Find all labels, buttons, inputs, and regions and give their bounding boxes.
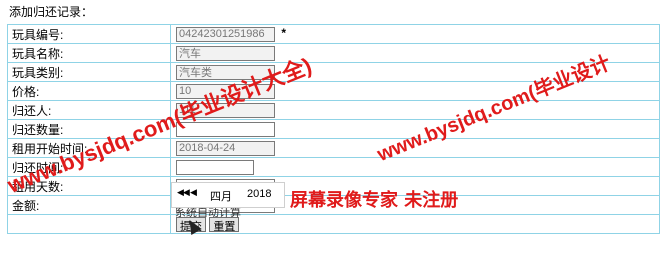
toy-category-label: 玩具类别: — [7, 62, 171, 82]
returner-label: 归还人: — [7, 100, 171, 120]
return-quantity-field[interactable] — [176, 121, 275, 137]
amount-label: 金额: — [7, 195, 171, 215]
toy-name-field[interactable] — [176, 45, 275, 61]
date-picker-popup: ◀◀ ◀ 四月 2018 — [171, 182, 285, 208]
form-row-price: 价格: — [7, 81, 660, 101]
form-row-toy-id: 玩具编号: * — [7, 24, 660, 44]
toy-category-field[interactable] — [176, 64, 275, 80]
returner-field[interactable] — [176, 102, 275, 118]
rent-days-label: 租用天数: — [7, 176, 171, 196]
prev-month-icon[interactable]: ◀ — [190, 187, 197, 198]
toy-id-label: 玩具编号: — [7, 24, 171, 44]
form-row-returner: 归还人: — [7, 100, 660, 120]
price-field[interactable] — [176, 83, 275, 99]
prev-year-icon[interactable]: ◀◀ — [177, 187, 190, 198]
form-row-rent-start: 租用开始时间: — [7, 138, 660, 158]
form-row-toy-name: 玩具名称: — [7, 43, 660, 63]
return-quantity-label: 归还数量: — [7, 119, 171, 139]
form-row-actions: 提交 重置 — [7, 214, 660, 234]
form-row-rent-days: 租用天数: — [7, 176, 660, 196]
date-picker-year[interactable]: 2018 — [247, 188, 271, 200]
price-label: 价格: — [7, 81, 171, 101]
return-record-form: 玩具编号: * 玩具名称: 玩具类别: 价格: 归还人: 归还数量: — [7, 24, 660, 234]
required-mark: * — [281, 26, 287, 41]
form-row-return-time: 归还时间: — [7, 157, 660, 177]
toy-name-label: 玩具名称: — [7, 43, 171, 63]
form-row-amount: 金额: — [7, 195, 660, 215]
rent-start-field[interactable] — [176, 140, 275, 156]
return-time-label: 归还时间: — [7, 157, 171, 177]
page-title: 添加归还记录： — [9, 5, 94, 19]
form-row-toy-category: 玩具类别: — [7, 62, 660, 82]
date-picker-month[interactable]: 四月 — [210, 188, 232, 204]
return-time-field[interactable] — [176, 159, 254, 175]
form-row-return-quantity: 归还数量: — [7, 119, 660, 139]
toy-id-field[interactable] — [176, 26, 275, 42]
rent-start-label: 租用开始时间: — [7, 138, 171, 158]
